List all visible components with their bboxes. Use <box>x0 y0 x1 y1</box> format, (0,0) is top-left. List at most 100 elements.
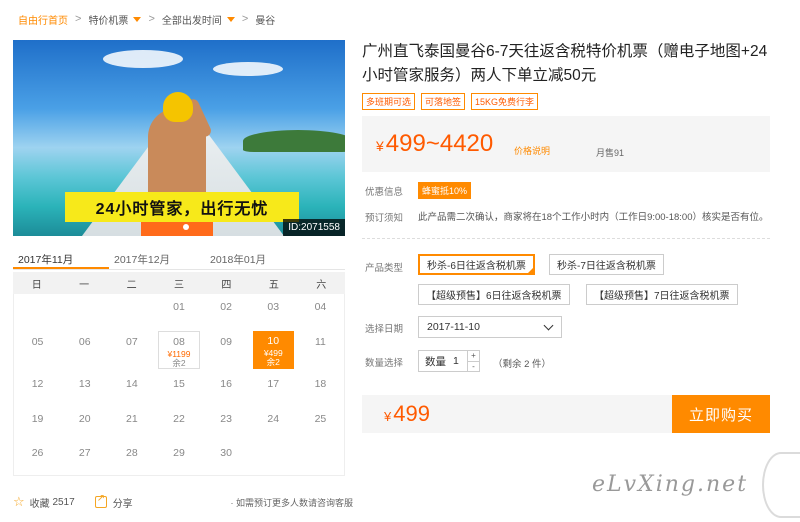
calendar-day: 20 <box>78 412 91 425</box>
quantity-label: 数量选择 <box>365 358 404 369</box>
quantity-inner-label: 数量 <box>425 355 446 368</box>
price-range-value: 499~4420 <box>385 130 494 157</box>
weekday-label: 五 <box>268 279 279 291</box>
calendar-day: 21 <box>126 412 138 425</box>
calendar-day-empty <box>250 440 297 475</box>
buy-now-button[interactable]: 立即购买 <box>672 395 770 433</box>
discount-label: 优惠信息 <box>365 187 404 198</box>
favorite-label: 收藏 <box>29 498 50 510</box>
breadcrumb-departure-dropdown[interactable]: 全部出发时间 <box>162 12 235 27</box>
breadcrumb: 自由行首页 > 特价机票 > 全部出发时间 > 曼谷 <box>18 8 275 30</box>
product-tag: 可落地签 <box>421 93 466 110</box>
booking-notice: 此产品需二次确认，商家将在18个工作小时内（工作日9:00-18:00）核实是否… <box>418 212 769 223</box>
calendar-day: 06 <box>78 335 91 348</box>
calendar-month-tabs: 2017年11月 2017年12月 2018年01月 <box>13 246 345 270</box>
breadcrumb-flights-dropdown[interactable]: 特价机票 <box>88 12 142 27</box>
calendar-day: 04 <box>314 301 327 313</box>
calendar-day: 14 <box>126 377 138 390</box>
date-select[interactable]: 2017-11-10 <box>418 316 562 338</box>
cloud-shape <box>103 50 183 68</box>
product-type-label: 产品类型 <box>365 263 404 274</box>
currency-symbol: ¥ <box>384 409 392 424</box>
calendar-day: 19 <box>31 412 44 425</box>
breadcrumb-home-link[interactable]: 自由行首页 <box>18 12 68 27</box>
calendar-day: 30 <box>220 447 232 460</box>
calendar-day: 05 <box>31 335 44 348</box>
calendar-day: 17 <box>267 377 280 390</box>
discount-badge: 蜂蜜抵10% <box>418 182 472 199</box>
notice-label: 预订须知 <box>365 213 404 224</box>
quantity-stepper[interactable]: 数量 1 + - <box>418 350 480 372</box>
weekday-label: 三 <box>173 279 184 291</box>
calendar-day: 18 <box>314 377 327 390</box>
calendar-day-stock: 余2 <box>266 356 280 367</box>
weekday-label: 四 <box>221 279 232 291</box>
calendar-day-selected[interactable]: 10 ¥499 余2 <box>252 330 294 369</box>
calendar-day-number: 10 <box>267 334 280 347</box>
price-range: ¥499~4420 <box>376 130 493 158</box>
remaining-stock: （剩余 2 件） <box>493 359 552 370</box>
calendar-day: 11 <box>314 335 326 348</box>
yellow-cap-shape <box>163 92 193 122</box>
option-type-2[interactable]: 秒杀-7日往返含税机票 <box>549 254 664 275</box>
option-type-1[interactable]: 秒杀-6日往返含税机票 <box>418 254 535 275</box>
site-watermark: eLvXing.net <box>592 472 749 497</box>
option-type-3[interactable]: 【超级预售】6日往返含税机票 <box>418 284 570 305</box>
calendar-day: 13 <box>78 377 91 390</box>
breadcrumb-separator: > <box>241 13 249 25</box>
product-tag: 多班期可选 <box>362 93 416 110</box>
product-hero-image[interactable]: 24小时管家，出行无忧 ID:2071558 <box>13 40 345 236</box>
price-explain-link[interactable]: 价格说明 <box>514 144 550 157</box>
breadcrumb-departure-label: 全部出发时间 <box>161 15 222 27</box>
option-type-4[interactable]: 【超级预售】7日往返含税机票 <box>586 284 738 305</box>
chevron-down-icon <box>543 320 554 331</box>
quantity-increase-button[interactable]: + <box>468 351 479 362</box>
calendar-day-stock: 余2 <box>172 357 186 368</box>
breadcrumb-separator: > <box>148 13 155 25</box>
currency-symbol: ¥ <box>376 138 384 154</box>
quantity-decrease-button[interactable]: - <box>468 362 479 372</box>
tab-month-2[interactable]: 2017年12月 <box>109 246 205 269</box>
carousel-dot[interactable] <box>183 224 189 230</box>
purchase-bar: ¥499 立即购买 <box>362 395 770 433</box>
calendar-day: 16 <box>220 377 232 390</box>
calendar-day: 28 <box>126 447 138 460</box>
calendar-day: 01 <box>173 301 185 313</box>
favorite-button[interactable]: ☆ 收藏 2517 <box>13 494 75 510</box>
calendar-grid: 01 02 03 04 05 06 07 08 ¥1199 余2 09 10 ¥… <box>13 294 345 476</box>
quantity-stepper-buttons: + - <box>467 351 479 371</box>
price-panel: ¥499~4420 价格说明 月售91 <box>362 116 770 172</box>
star-icon: ☆ <box>13 494 25 509</box>
calendar-day-number: 08 <box>173 335 185 348</box>
island-shape <box>243 130 345 152</box>
breadcrumb-flights-label: 特价机票 <box>88 15 129 27</box>
quantity-value[interactable]: 1 <box>453 355 467 367</box>
tab-month-1[interactable]: 2017年11月 <box>13 246 109 269</box>
product-title: 广州直飞泰国曼谷6-7天往返含税特价机票（赠电子地图+24小时管家服务）两人下单… <box>362 43 768 84</box>
calendar-day-empty <box>108 294 155 329</box>
calendar-day: 24 <box>267 412 280 425</box>
product-id-tag: ID:2071558 <box>283 219 345 236</box>
calendar-day: 26 <box>31 447 44 460</box>
monthly-sales: 月售91 <box>596 148 625 158</box>
weekday-label: 二 <box>126 279 137 291</box>
caret-down-icon <box>133 16 142 22</box>
date-label: 选择日期 <box>365 324 404 335</box>
calendar-day-available[interactable]: 08 ¥1199 余2 <box>158 330 200 369</box>
tab-month-3[interactable]: 2018年01月 <box>205 246 301 269</box>
product-tag: 15KG免费行李 <box>471 93 539 110</box>
calendar-day: 23 <box>220 412 232 425</box>
date-select-value: 2017-11-10 <box>427 321 480 333</box>
calendar-day: 09 <box>220 335 232 348</box>
product-tags: 多班期可选 可落地签 15KG免费行李 <box>362 93 544 110</box>
weekday-label: 日 <box>31 279 42 291</box>
calendar-day: 22 <box>173 412 185 425</box>
share-button[interactable]: 分享 <box>94 493 133 510</box>
share-icon <box>94 493 107 508</box>
caret-down-icon <box>226 16 235 22</box>
calendar-day: 03 <box>267 301 280 313</box>
hero-banner-text: 24小时管家，出行无忧 <box>65 192 299 222</box>
favorite-count: 2517 <box>52 496 75 508</box>
calendar-day: 29 <box>173 447 185 460</box>
calendar-day-empty <box>14 294 61 329</box>
